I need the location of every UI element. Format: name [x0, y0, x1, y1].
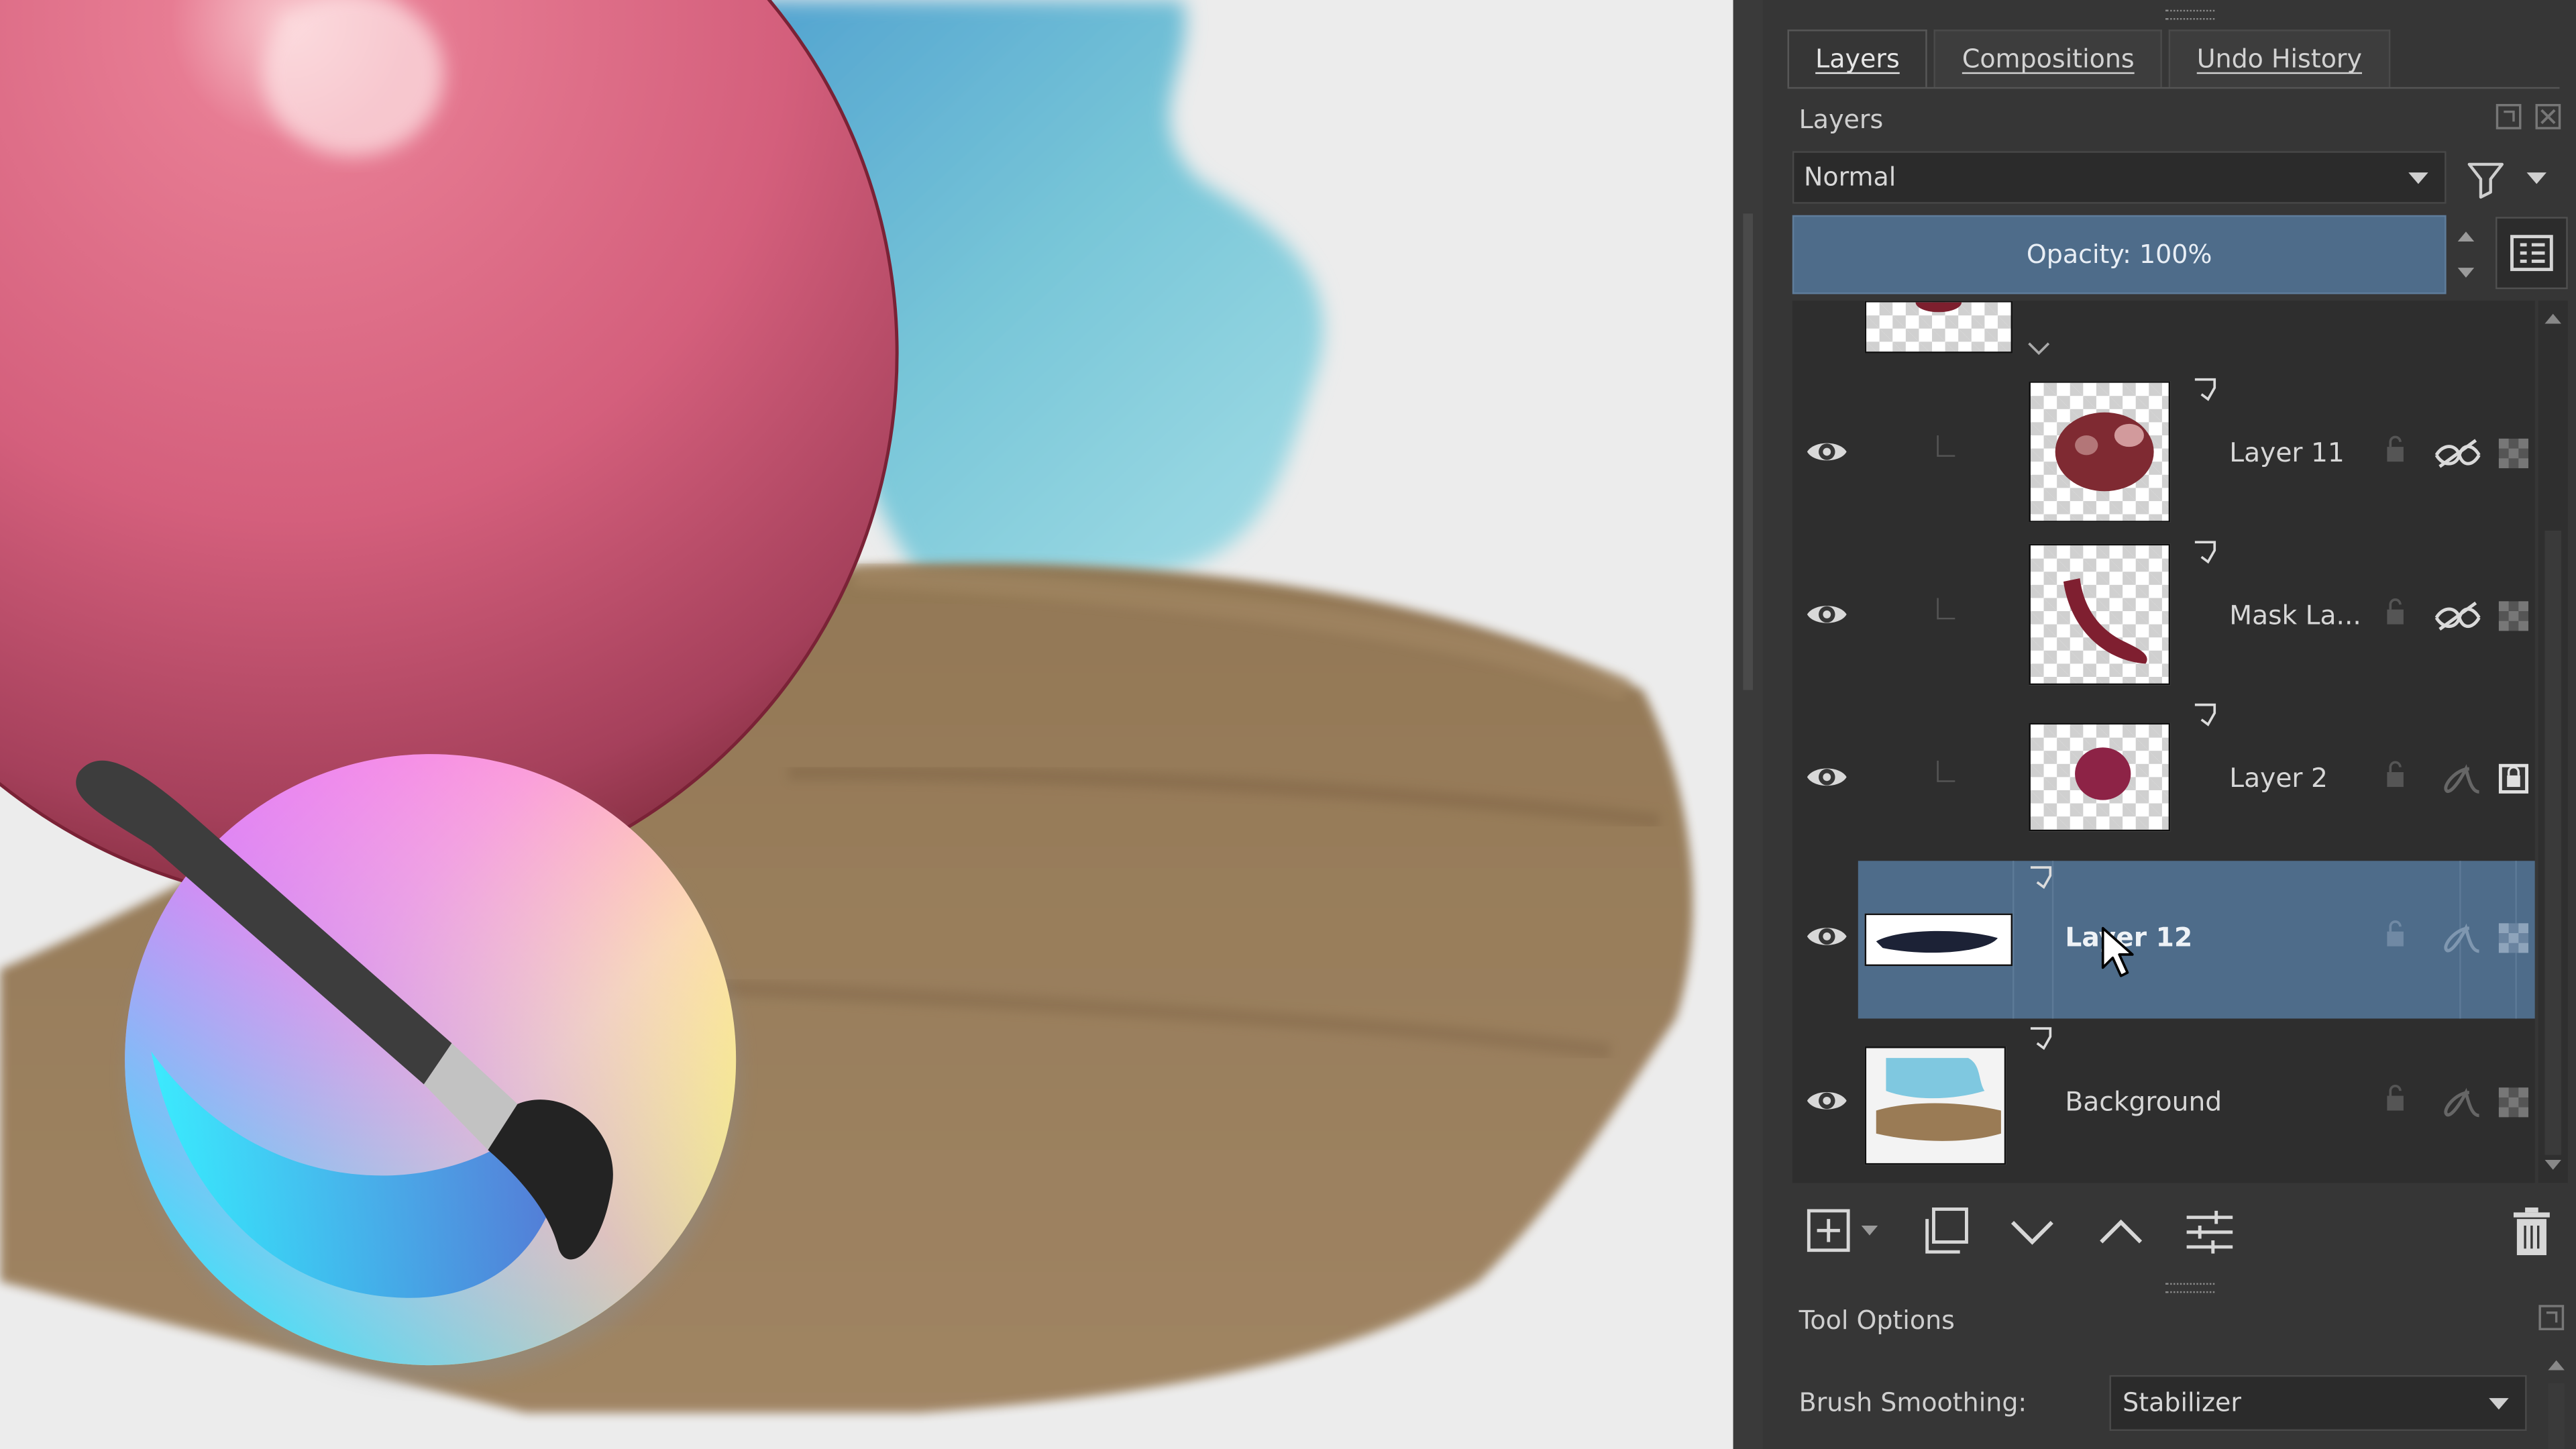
brush-smoothing-label: Brush Smoothing: [1799, 1388, 2027, 1418]
docker-grip[interactable] [2165, 9, 2215, 20]
filter-icon [2467, 162, 2546, 199]
float-docker-icon[interactable] [2494, 102, 2524, 131]
docker-title: Layers [1799, 105, 1884, 135]
layer-thumbnail [2029, 543, 2171, 686]
close-docker-icon[interactable] [2533, 102, 2563, 131]
layer-filter-button[interactable] [2463, 151, 2558, 203]
layer-state-icons[interactable] [2371, 759, 2535, 798]
clipping-mask-icon [2194, 703, 2216, 727]
clipping-mask-icon [2030, 866, 2052, 890]
chevron-down-icon [2489, 1398, 2509, 1410]
visibility-eye-icon[interactable] [1805, 1083, 1848, 1119]
properties-list-icon [2510, 235, 2553, 272]
tab-undo-history[interactable]: Undo History [2169, 30, 2390, 87]
layer-row-group[interactable] [1792, 301, 2535, 382]
group-thumbnail [1864, 301, 2013, 354]
move-up-icon[interactable] [2088, 1199, 2154, 1265]
tab-compositions[interactable]: Compositions [1934, 30, 2163, 87]
delete-layer-icon[interactable] [2499, 1199, 2565, 1265]
layer-list[interactable]: Layer 11 Mask La... Layer 2 Layer 12 Bac… [1792, 301, 2535, 1183]
clipping-mask-icon [2194, 541, 2216, 564]
docker-tabs: Layers Compositions Undo History [1787, 30, 2390, 89]
layer-row[interactable]: Background [1792, 1024, 2535, 1183]
layer-state-icons[interactable] [2371, 596, 2535, 636]
layer-name[interactable]: Background [2065, 1086, 2222, 1118]
visibility-eye-icon[interactable] [1805, 434, 1848, 470]
brush-smoothing-value: Stabilizer [2123, 1388, 2241, 1418]
tool-options-scrollbar[interactable] [2542, 1347, 2571, 1449]
duplicate-layer-icon[interactable] [1911, 1199, 1976, 1265]
tab-layers[interactable]: Layers [1787, 30, 1928, 87]
visibility-eye-icon[interactable] [1805, 918, 1848, 955]
layer-toolbar [1792, 1199, 2565, 1265]
layer-thumbnail [1864, 913, 2013, 967]
mouse-cursor-icon [2101, 926, 2134, 977]
layer-properties-button[interactable] [2496, 217, 2568, 290]
visibility-eye-icon[interactable] [1805, 596, 1848, 633]
canvas-vertical-scrollbar[interactable] [1733, 0, 1763, 1449]
layer-row-selected[interactable]: Layer 12 [1792, 859, 2535, 1020]
visibility-eye-icon[interactable] [1805, 759, 1848, 795]
layer-thumbnail [1864, 1046, 2006, 1165]
blend-mode-value: Normal [1804, 162, 1896, 193]
blend-mode-select[interactable]: Normal [1792, 151, 2447, 204]
brush-smoothing-select[interactable]: Stabilizer [2109, 1375, 2527, 1432]
layer-row[interactable]: Layer 11 [1792, 374, 2535, 535]
layer-row[interactable]: Mask La... [1792, 537, 2535, 698]
layer-thumbnail [2029, 381, 2171, 523]
add-layer-icon[interactable] [1799, 1199, 1884, 1265]
layers-docker: Layers Compositions Undo History Layers … [1733, 0, 2576, 1449]
layer-name[interactable]: Layer 11 [2229, 437, 2345, 468]
layer-state-icons[interactable] [2371, 1083, 2535, 1122]
layer-list-scrollbar[interactable] [2538, 301, 2568, 1183]
opacity-slider[interactable]: Opacity: 100% [1792, 215, 2447, 294]
clipping-mask-icon [2030, 1027, 2052, 1051]
layer-thumbnail [2029, 722, 2171, 832]
opacity-spinner[interactable] [2449, 215, 2482, 294]
canvas-painting [0, 0, 1693, 1413]
layer-state-icons[interactable] [2371, 918, 2535, 958]
clipping-mask-icon [2194, 378, 2216, 401]
canvas-area[interactable] [0, 0, 1733, 1449]
tool-options-title: Tool Options [1799, 1305, 1955, 1336]
layer-properties-icon[interactable] [2177, 1199, 2243, 1265]
layer-row[interactable]: Layer 2 [1792, 700, 2535, 861]
move-down-icon[interactable] [1999, 1199, 2065, 1265]
layer-name[interactable]: Layer 2 [2229, 762, 2328, 794]
docker-grip[interactable] [2165, 1283, 2215, 1293]
chevron-down-icon[interactable] [2026, 340, 2052, 356]
chevron-down-icon [2408, 172, 2428, 184]
layer-state-icons[interactable] [2371, 434, 2535, 474]
float-docker-icon[interactable] [2536, 1303, 2566, 1339]
layer-name[interactable]: Mask La... [2229, 600, 2361, 631]
